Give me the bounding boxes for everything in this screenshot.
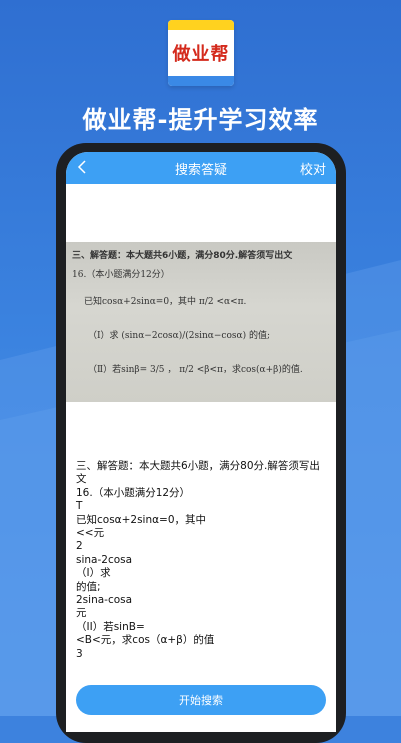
result-line: 已知cosα+2sinα=0，其中: [76, 513, 207, 526]
question-photo: 三、解答题：本大题共6小题，满分80分.解答须写出文 16.（本小题满分12分）…: [66, 184, 336, 425]
result-line: 2: [76, 540, 83, 553]
result-line: 16.（本小题满分12分）: [76, 486, 191, 499]
result-line: 文: [76, 473, 87, 486]
photo-line: （Ⅰ）求 (sinα−2cosα)/(2sinα−cosα) 的值;: [88, 331, 270, 341]
photo-line: 已知cosα+2sinα=0，其中 π/2 <α<π.: [84, 297, 247, 307]
result-line: 元: [76, 607, 87, 620]
ocr-result: 三、解答题：本大题共6小题，满分80分.解答须写出 文 16.（本小题满分12分…: [76, 460, 326, 661]
result-line: 3: [76, 647, 83, 660]
question-paper: 三、解答题：本大题共6小题，满分80分.解答须写出文 16.（本小题满分12分）…: [66, 242, 336, 402]
result-line: （I）求: [76, 567, 111, 580]
phone-screen: 搜索答疑 校对 三、解答题：本大题共6小题，满分80分.解答须写出文 16.（本…: [66, 152, 336, 732]
result-line: T: [76, 500, 83, 513]
navbar: 搜索答疑 校对: [66, 152, 336, 184]
start-search-button[interactable]: 开始搜索: [76, 685, 326, 715]
result-line: 2sina-cosa: [76, 594, 133, 607]
app-logo: 做业帮: [168, 20, 234, 86]
proofread-button[interactable]: 校对: [300, 159, 326, 178]
result-line: <<元: [76, 527, 105, 540]
navbar-title: 搜索答疑: [174, 163, 227, 178]
photo-line: （Ⅱ）若sinβ= 3/5 ， π/2 <β<π，求cos(α+β)的值.: [88, 365, 303, 375]
result-line: 的值;: [76, 580, 101, 593]
headline: 做业帮-提升学习效率: [82, 106, 319, 134]
result-line: sina-2cosa: [76, 553, 133, 566]
photo-line: 三、解答题：本大题共6小题，满分80分.解答须写出文: [72, 251, 293, 261]
result-line: 三、解答题：本大题共6小题，满分80分.解答须写出: [76, 460, 320, 472]
result-line: （II）若sinB=: [76, 620, 145, 633]
result-line: <B<元，求cos（α+β）的值: [76, 634, 215, 647]
photo-line: 16.（本小题满分12分）: [72, 270, 170, 280]
app-logo-text: 做业帮: [168, 30, 234, 76]
